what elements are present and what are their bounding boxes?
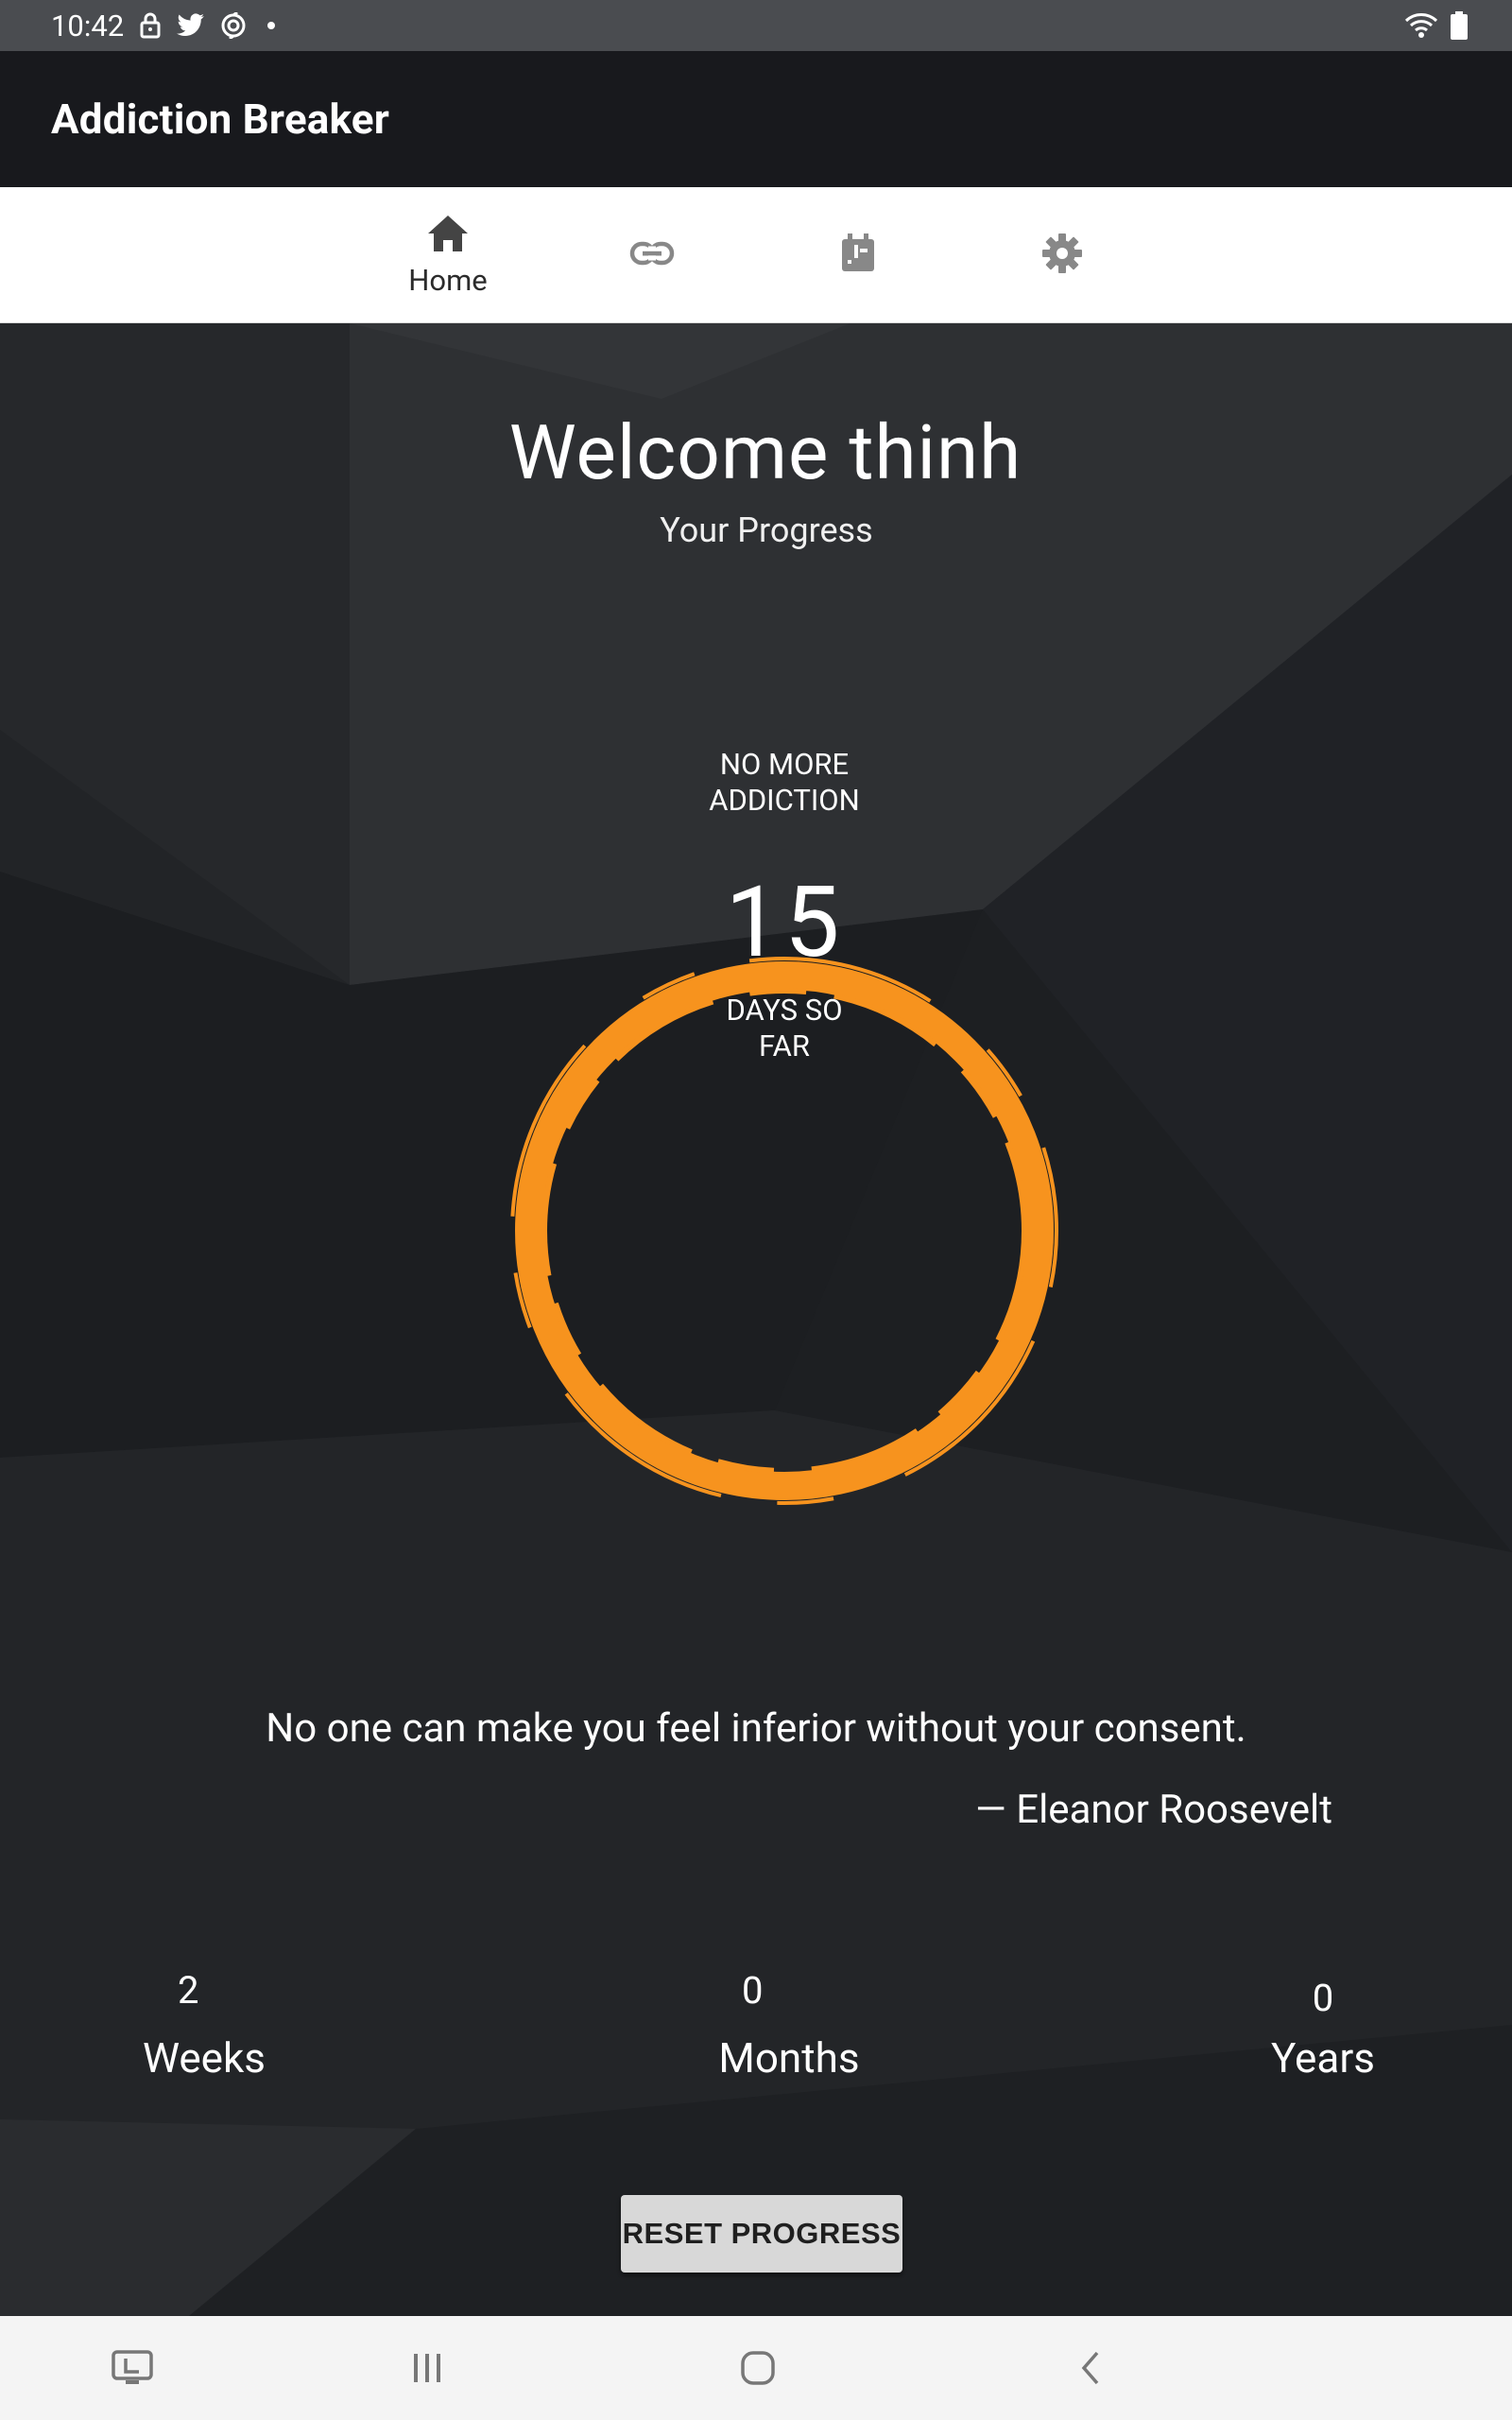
tab-links[interactable] [558,187,747,323]
status-time: 10:42 [51,8,125,43]
stat-value: 0 [742,1968,764,2013]
day-count: 15 [725,866,844,980]
progress-subtitle: Your Progress [660,510,873,550]
quote-text: No one can make you feel inferior withou… [266,1705,1246,1752]
twitter-icon [177,13,205,38]
wifi-icon [1404,12,1438,39]
stat-value: 2 [178,1968,199,2013]
gear-icon [1041,233,1083,278]
tab-bar: Home [0,187,1512,323]
tab-calendar[interactable] [764,187,953,323]
status-left: 10:42 [51,8,276,43]
notification-dot [267,22,276,29]
stat-label: Weeks [142,2033,266,2083]
stat-label: Years [1271,2033,1375,2083]
home-screen: Welcome thinh Your Progress NO MORE ADDIC… [0,323,1512,2316]
calendar-icon [840,233,876,277]
sync-icon [220,12,247,39]
app-bar: Addiction Breaker [0,51,1512,187]
home-icon [426,214,470,257]
counter-top-label: NO MORE ADDICTION [709,747,860,818]
tab-home[interactable]: Home [353,187,542,323]
screen-icon[interactable] [94,2335,170,2401]
status-bar: 10:42 [0,0,1512,51]
battery-icon [1450,11,1469,40]
stat-label: Months [718,2033,860,2083]
link-icon [629,240,675,270]
status-right [1404,11,1469,40]
tab-settings[interactable] [968,187,1157,323]
lock-icon [139,12,162,39]
back-icon[interactable] [1053,2335,1128,2401]
system-nav-bar [0,2316,1512,2420]
counter-bottom-label: DAYS SO FAR [726,993,843,1063]
tab-home-label: Home [408,262,488,298]
app-title: Addiction Breaker [51,95,390,144]
home-nav-icon[interactable] [720,2335,796,2401]
stat-weeks: 2 Weeks [142,1968,266,2083]
stat-years: 0 Years [1266,1976,1380,2083]
quote-author: — Eleanor Roosevelt [975,1787,1332,1833]
reset-progress-button[interactable]: RESET PROGRESS [621,2195,902,2273]
stat-value: 0 [1312,1976,1334,2020]
recents-icon[interactable] [389,2335,465,2401]
welcome-heading: Welcome thinh [508,408,1022,497]
stat-months: 0 Months [713,1968,865,2083]
